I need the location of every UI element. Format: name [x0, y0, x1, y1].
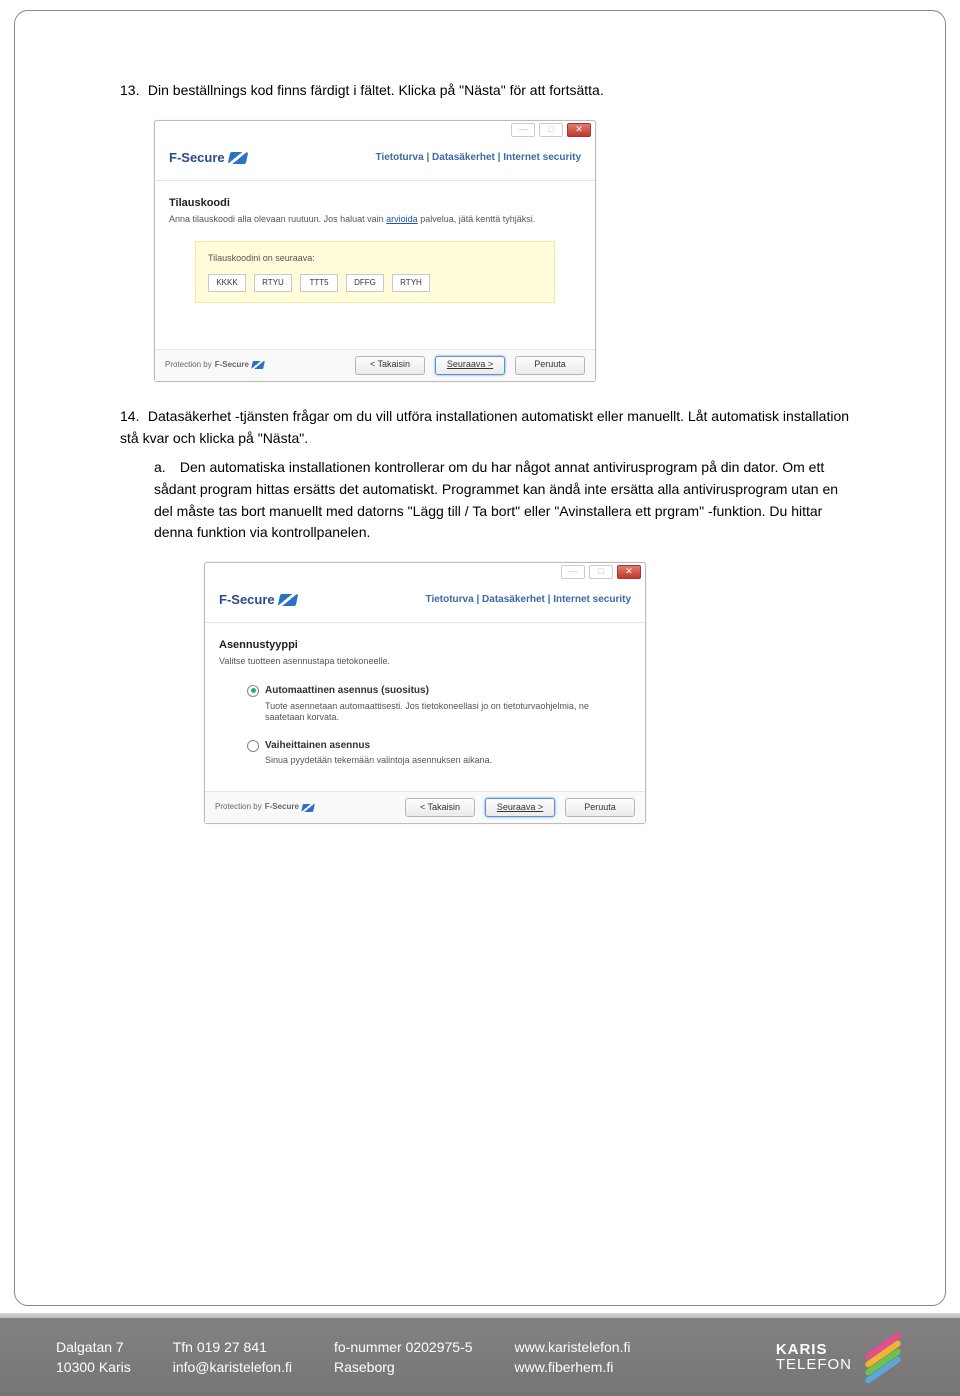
section-description: Anna tilauskoodi alla olevaan ruutuun. J…	[169, 213, 581, 227]
radio-automatic[interactable]: Automaattinen asennus (suositus) Tuote a…	[247, 683, 603, 724]
substep-a: a. Den automatiska installationen kontro…	[154, 457, 860, 544]
code-label: Tilauskoodini on seuraava:	[208, 252, 542, 266]
installer-window-1: — □ ✕ F-Secure Tietoturva | Datasäkerhet…	[154, 120, 596, 382]
radio-dot-icon	[247, 685, 259, 697]
section-title: Tilauskoodi	[169, 195, 581, 212]
footer-col-address: Dalgatan 7 10300 Karis	[56, 1337, 131, 1378]
step-14: 14. Datasäkerhet -tjänsten frågar om du …	[120, 406, 860, 824]
section-title: Asennustyyppi	[219, 637, 631, 654]
radio-stepwise[interactable]: Vaiheittainen asennus Sinua pyydetään te…	[247, 738, 603, 767]
maximize-icon[interactable]: □	[589, 565, 613, 579]
footer-col-contact: Tfn 019 27 841 info@karistelefon.fi	[173, 1337, 292, 1378]
code-input-2[interactable]: RTYU	[254, 274, 292, 292]
step-number: 14.	[120, 406, 144, 428]
minimize-icon[interactable]: —	[511, 123, 535, 137]
step-13: 13. Din beställnings kod finns färdigt i…	[120, 80, 860, 382]
footer-brand: KARIS TELEFON	[776, 1339, 904, 1375]
footer-col-orgnum: fo-nummer 0202975-5 Raseborg	[334, 1337, 473, 1378]
maximize-icon[interactable]: □	[539, 123, 563, 137]
code-input-1[interactable]: KKKK	[208, 274, 246, 292]
radio-dot-icon	[247, 740, 259, 752]
fsecure-swoosh-icon	[277, 594, 298, 606]
code-area: Tilauskoodini on seuraava: KKKK RTYU TTT…	[195, 241, 555, 303]
back-button[interactable]: < Takaisin	[405, 798, 475, 817]
step-text: Datasäkerhet -tjänsten frågar om du vill…	[120, 408, 849, 446]
brand-logo: F-Secure	[219, 590, 297, 610]
karis-logo-icon	[862, 1339, 904, 1375]
footer-col-web: www.karistelefon.fi www.fiberhem.fi	[515, 1337, 631, 1378]
code-input-5[interactable]: RTYH	[392, 274, 430, 292]
protection-by: Protection by F-Secure	[215, 801, 314, 813]
arvioida-link[interactable]: arvioida	[386, 214, 418, 224]
close-icon[interactable]: ✕	[617, 565, 641, 579]
protection-by: Protection by F-Secure	[165, 359, 264, 371]
code-input-3[interactable]: TTT5	[300, 274, 338, 292]
next-button[interactable]: Seuraava >	[485, 798, 555, 817]
titlebar: — □ ✕	[155, 121, 595, 140]
close-icon[interactable]: ✕	[567, 123, 591, 137]
fsecure-swoosh-icon	[301, 804, 315, 812]
minimize-icon[interactable]: —	[561, 565, 585, 579]
fsecure-swoosh-icon	[227, 152, 248, 164]
cancel-button[interactable]: Peruuta	[565, 798, 635, 817]
step-number: 13.	[120, 80, 144, 102]
brand-text: F-Secure	[169, 148, 225, 168]
cancel-button[interactable]: Peruuta	[515, 356, 585, 375]
brand-text: F-Secure	[219, 590, 275, 610]
next-button[interactable]: Seuraava >	[435, 356, 505, 375]
fsecure-swoosh-icon	[251, 361, 265, 369]
titlebar: — □ ✕	[205, 563, 645, 582]
back-button[interactable]: < Takaisin	[355, 356, 425, 375]
substep-number: a.	[154, 457, 176, 479]
instruction-list: 13. Din beställnings kod finns färdigt i…	[120, 80, 860, 824]
step-text: Din beställnings kod finns färdigt i fäl…	[148, 82, 604, 98]
code-input-4[interactable]: DFFG	[346, 274, 384, 292]
brand-logo: F-Secure	[169, 148, 247, 168]
substep-text: Den automatiska installationen kontrolle…	[154, 459, 838, 540]
section-description: Valitse tuotteen asennustapa tietokoneel…	[219, 655, 631, 669]
page-footer: Dalgatan 7 10300 Karis Tfn 019 27 841 in…	[0, 1318, 960, 1396]
tagline: Tietoturva | Datasäkerhet | Internet sec…	[426, 592, 631, 608]
tagline: Tietoturva | Datasäkerhet | Internet sec…	[376, 150, 581, 166]
installer-window-2: — □ ✕ F-Secure Tietoturva | Datasäkerhet…	[204, 562, 646, 824]
